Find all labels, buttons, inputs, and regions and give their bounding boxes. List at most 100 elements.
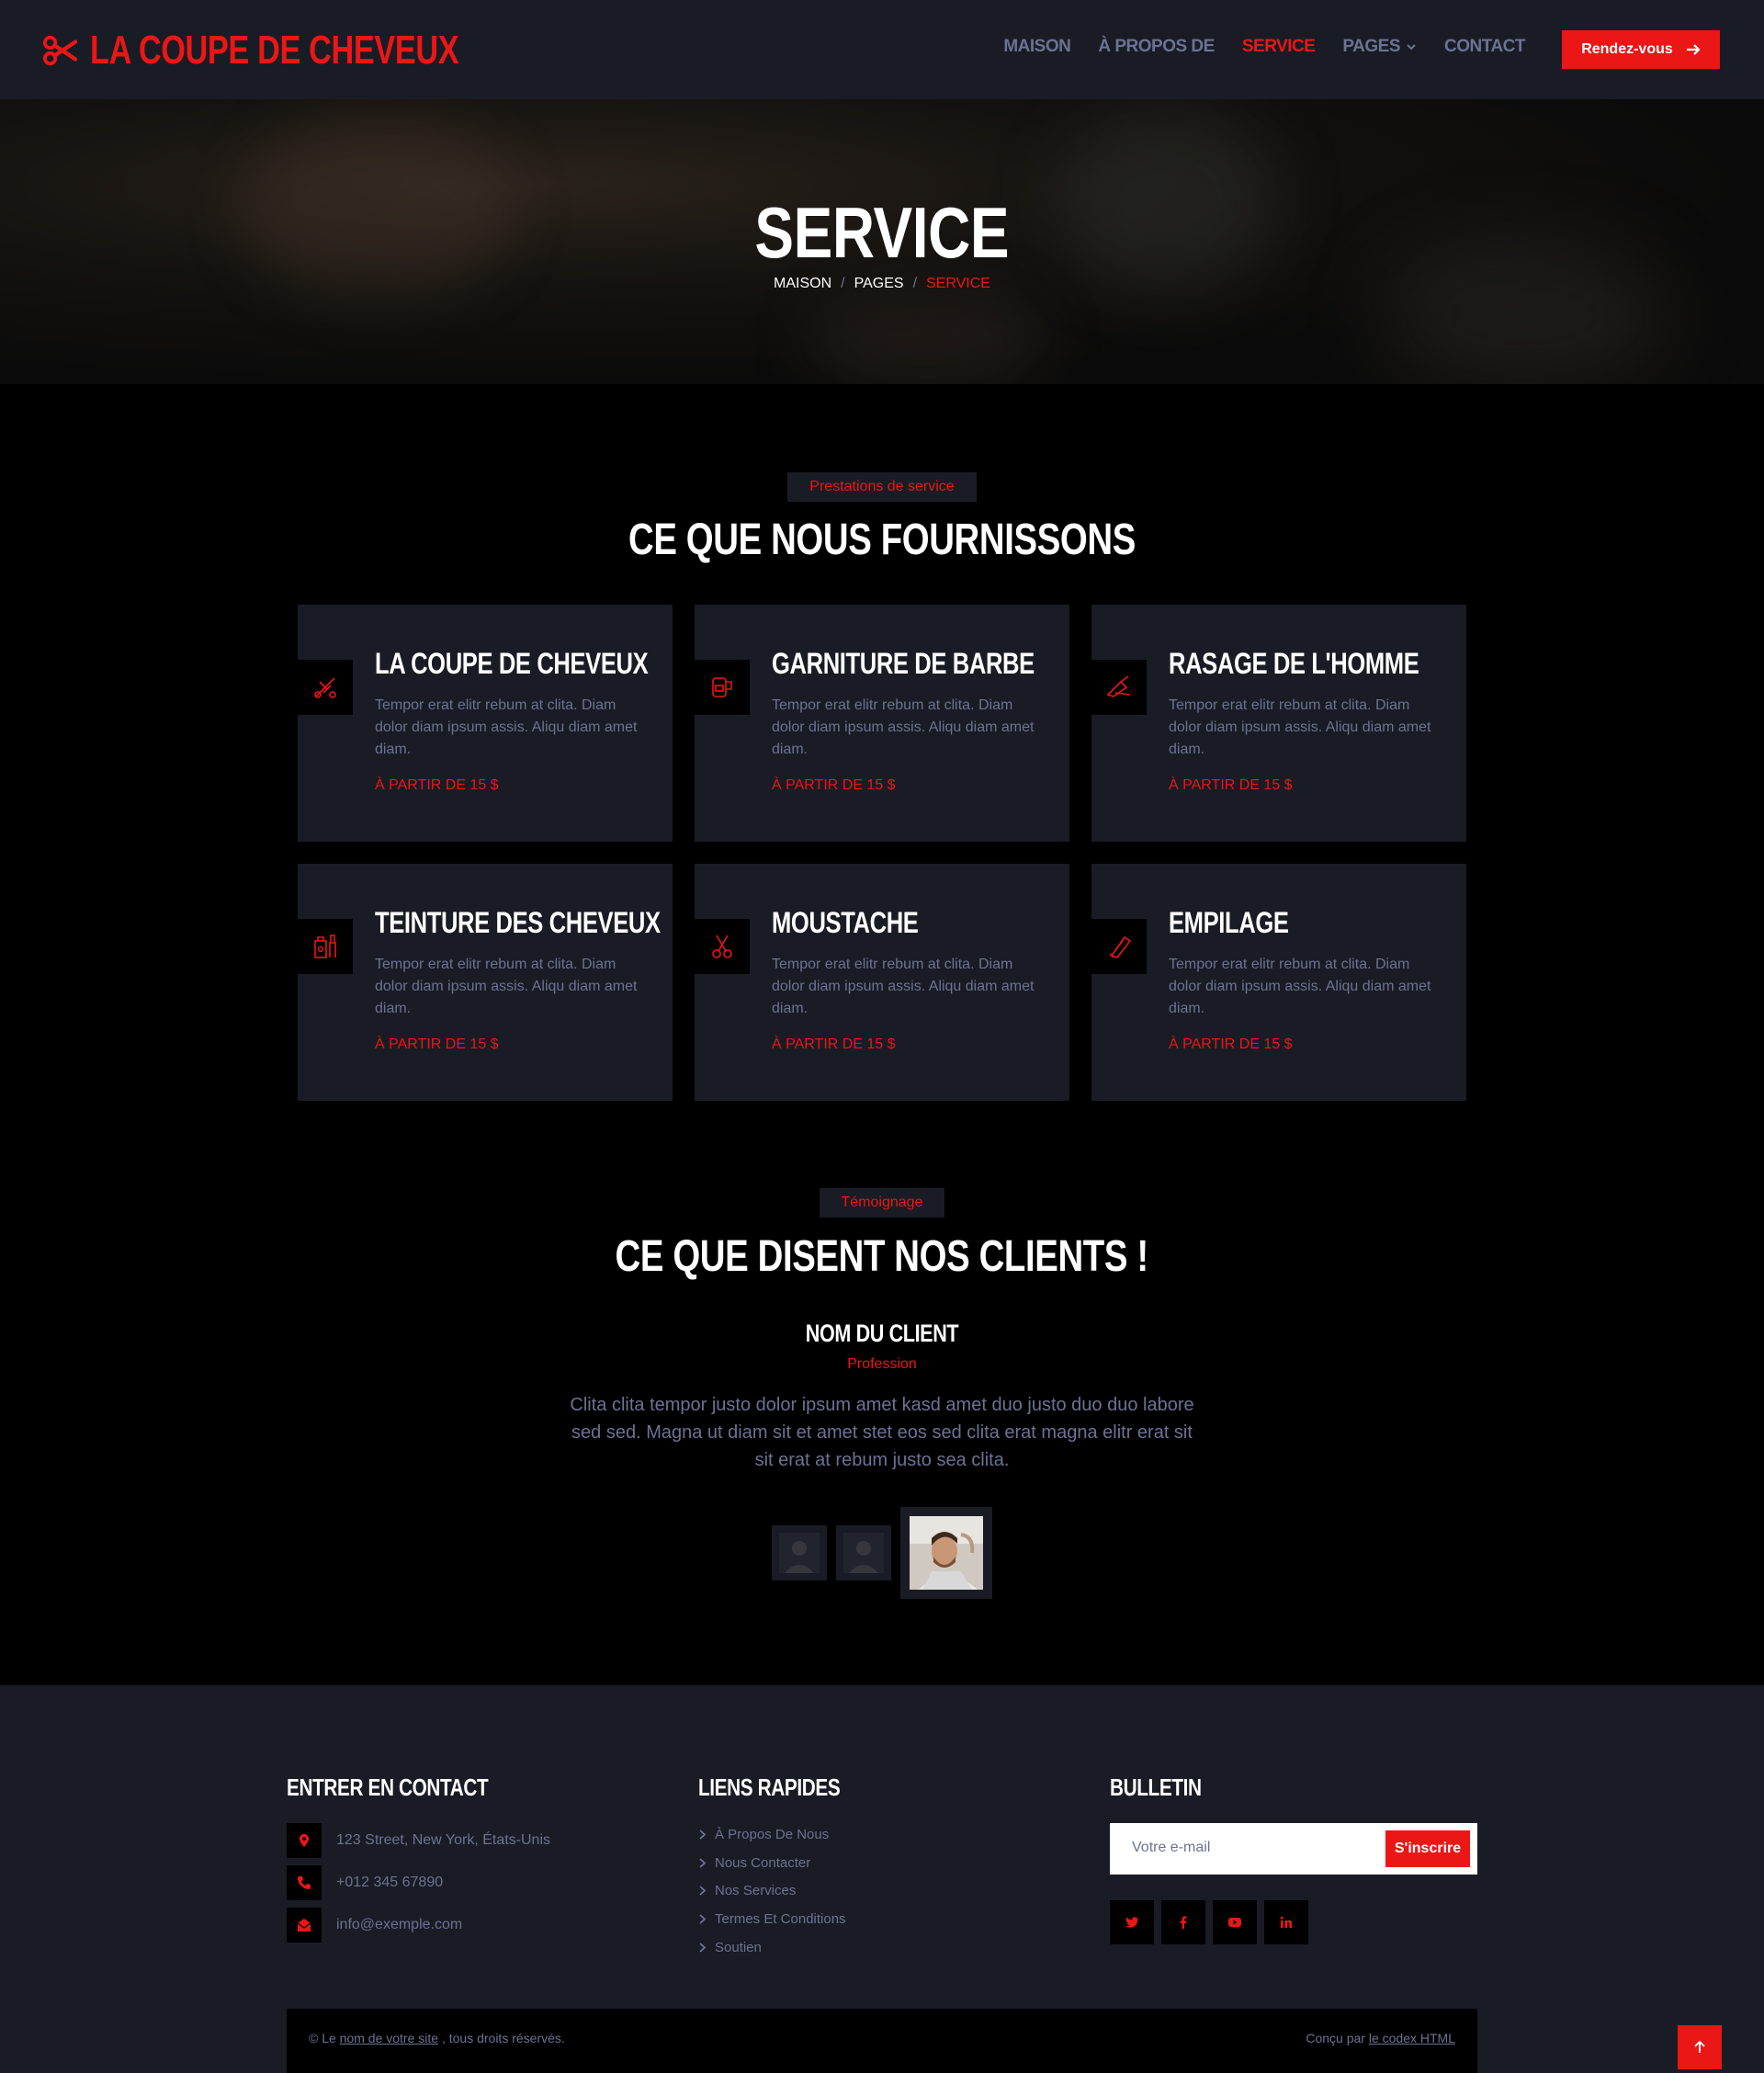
chevron-right-icon: [699, 1943, 707, 1953]
chevron-right-icon: [699, 1829, 707, 1840]
back-to-top-button[interactable]: [1678, 2025, 1722, 2069]
service-title-text: LA COUPE DE CHEVEUX: [375, 647, 649, 680]
page-title-text: SERVICE: [754, 192, 1010, 273]
service-card: EMPILAGE Tempor erat elitr rebum at clit…: [1091, 864, 1466, 1101]
quick-link[interactable]: Nos Services: [698, 1883, 796, 1898]
haircut-icon: [314, 677, 336, 698]
quick-link-label: Soutien: [715, 1940, 762, 1955]
service-title: LA COUPE DE CHEVEUX: [375, 647, 717, 681]
designer-link[interactable]: le codex HTML: [1369, 2031, 1455, 2045]
footer-contact-title: ENTRER EN CONTACT: [287, 1773, 538, 1802]
social-twitter[interactable]: [1110, 1900, 1154, 1944]
client-thumbnail[interactable]: [836, 1525, 891, 1580]
contact-address: 123 Street, New York, États-Unis: [287, 1823, 550, 1858]
service-icon-box: [695, 660, 750, 715]
quick-link-label: À Propos De Nous: [715, 1827, 830, 1842]
service-card: RASAGE DE L'HOMME Tempor erat elitr rebu…: [1091, 605, 1466, 842]
testimonial-tag: Témoignage: [820, 1188, 944, 1218]
service-card: LA COUPE DE CHEVEUX Tempor erat elitr re…: [298, 605, 673, 842]
beard-trimmer-icon: [712, 677, 732, 697]
newsletter-email-input[interactable]: Votre e-mail: [1132, 1840, 1210, 1856]
client-thumbnail-active[interactable]: [900, 1507, 992, 1599]
breadcrumb-separator: /: [912, 276, 918, 291]
service-price: À PARTIR DE 15 $: [375, 777, 499, 793]
phone-icon-box: [287, 1865, 322, 1900]
quick-link[interactable]: Nous Contacter: [698, 1855, 810, 1871]
nav-item-service[interactable]: SERVICE: [1242, 37, 1316, 57]
social-linkedin[interactable]: [1264, 1900, 1308, 1944]
copyright-bar: © Le nom de votre site , tous droits rés…: [287, 2009, 1477, 2073]
breadcrumb-pages[interactable]: PAGES: [854, 276, 904, 291]
client-thumbnail[interactable]: [772, 1525, 827, 1580]
chevron-down-icon: [1407, 44, 1416, 51]
service-description: Tempor erat elitr rebum at clita. Diam d…: [772, 697, 1035, 757]
service-icon-box: [695, 919, 750, 974]
appointment-button-label: Rendez-vous: [1581, 41, 1673, 57]
service-price: À PARTIR DE 15 $: [1169, 1036, 1293, 1052]
email-icon-box: [287, 1908, 322, 1943]
service-card: GARNITURE DE BARBE Tempor erat elitr reb…: [695, 605, 1069, 842]
brand-logo[interactable]: LA COUPE DE CHEVEUX: [42, 28, 563, 74]
designed-by-prefix: Conçu par: [1306, 2031, 1365, 2045]
quick-link[interactable]: À Propos De Nous: [698, 1827, 829, 1842]
map-marker-icon: [300, 1834, 309, 1847]
phone-icon: [298, 1876, 311, 1889]
hero-background-shape: [808, 292, 1047, 384]
arrow-up-icon: [1694, 2040, 1705, 2053]
social-facebook[interactable]: [1161, 1900, 1205, 1944]
service-description: Tempor erat elitr rebum at clita. Diam d…: [772, 957, 1035, 1016]
service-description: Tempor erat elitr rebum at clita. Diam d…: [1169, 697, 1431, 757]
breadcrumb-current: SERVICE: [926, 276, 990, 291]
quick-link[interactable]: Soutien: [698, 1940, 762, 1955]
testimonial-title-text: CE QUE DISENT NOS CLIENTS !: [615, 1232, 1149, 1281]
scissors-icon: [42, 35, 77, 66]
social-youtube[interactable]: [1213, 1900, 1257, 1944]
scissors-icon: [712, 935, 732, 958]
razor-icon: [1106, 675, 1131, 697]
service-title: MOUSTACHE: [772, 906, 955, 940]
nav-item-pages[interactable]: PAGES: [1342, 37, 1417, 57]
hair-dye-icon: [314, 935, 336, 958]
service-price: À PARTIR DE 15 $: [1169, 777, 1293, 793]
facebook-icon: [1180, 1916, 1187, 1929]
quick-link[interactable]: Termes Et Conditions: [698, 1911, 846, 1927]
service-title-text: EMPILAGE: [1169, 906, 1289, 939]
arrow-right-icon: [1686, 44, 1701, 55]
contact-address-text: 123 Street, New York, États-Unis: [336, 1832, 550, 1848]
page-header: SERVICE: [0, 99, 1764, 384]
envelope-icon: [297, 1919, 311, 1931]
nav-item-contact[interactable]: CONTACT: [1444, 37, 1525, 57]
chevron-right-icon: [699, 1914, 707, 1924]
quick-link-label: Termes Et Conditions: [715, 1911, 846, 1927]
service-title: EMPILAGE: [1169, 906, 1318, 940]
service-price: À PARTIR DE 15 $: [772, 777, 896, 793]
service-title-text: RASAGE DE L'HOMME: [1169, 647, 1419, 680]
breadcrumb-maison[interactable]: MAISON: [774, 276, 831, 291]
service-icon-box: [1091, 919, 1147, 974]
contact-phone: +012 345 67890: [287, 1865, 443, 1900]
chevron-right-icon: [699, 1858, 707, 1868]
contact-email: info@exemple.com: [287, 1908, 462, 1943]
service-icon-box: [1091, 660, 1147, 715]
newsletter-form: Votre e-mail S'inscrire: [1110, 1823, 1477, 1875]
service-price: À PARTIR DE 15 $: [772, 1036, 896, 1052]
main-nav: MAISON À PROPOS DE SERVICE PAGES CONTACT: [976, 37, 1525, 57]
contact-email-text: info@exemple.com: [336, 1917, 463, 1932]
services-title: CE QUE NOUS FOURNISSONS: [0, 515, 1764, 565]
page-title: SERVICE: [0, 191, 1764, 275]
subscribe-button[interactable]: S'inscrire: [1385, 1830, 1470, 1867]
client-profession: Profession: [847, 1356, 917, 1372]
nav-item-a-propos[interactable]: À PROPOS DE: [1098, 37, 1215, 57]
client-name-text: NOM DU CLIENT: [805, 1320, 959, 1347]
site-name-link[interactable]: nom de votre site: [340, 2031, 438, 2045]
appointment-button[interactable]: Rendez-vous: [1562, 30, 1720, 69]
breadcrumb: MAISON / PAGES / SERVICE: [0, 276, 1764, 292]
testimonial-quote: Clita clita tempor justo dolor ipsum ame…: [570, 1395, 1194, 1470]
copyright-text: © Le nom de votre site , tous droits rés…: [309, 2031, 565, 2045]
nav-item-maison[interactable]: MAISON: [1003, 37, 1071, 57]
linkedin-icon: [1280, 1916, 1292, 1928]
contact-phone-text: +012 345 67890: [336, 1875, 444, 1890]
twitter-icon: [1125, 1917, 1138, 1928]
footer-newsletter-title: BULLETIN: [1110, 1773, 1225, 1802]
footer-links-title-text: LIENS RAPIDES: [698, 1773, 841, 1801]
